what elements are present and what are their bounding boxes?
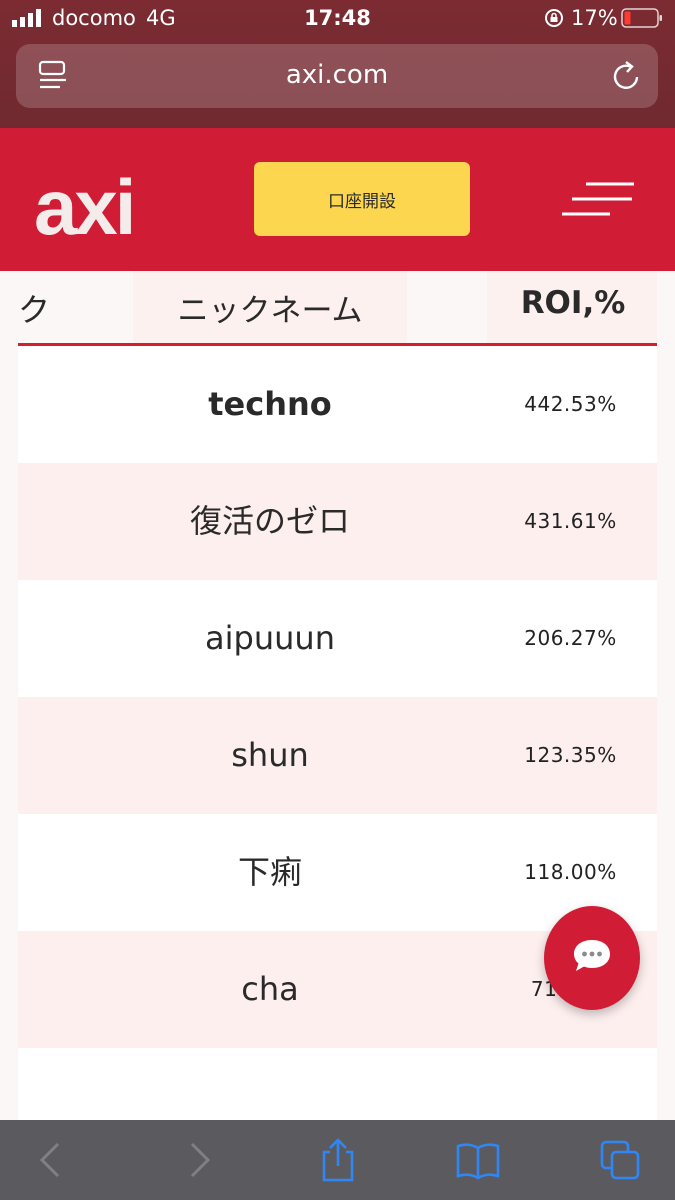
rotation-lock-icon bbox=[545, 9, 563, 27]
bookmarks-icon[interactable] bbox=[456, 1138, 500, 1182]
open-account-button[interactable]: 口座開設 bbox=[254, 162, 470, 236]
column-header-roi[interactable]: ROI,% bbox=[498, 285, 648, 321]
status-bar: docomo 4G 17:48 17% bbox=[0, 0, 675, 38]
share-icon[interactable] bbox=[316, 1138, 360, 1182]
svg-text:axi: axi bbox=[34, 163, 133, 244]
nickname-cell: aipuuun bbox=[205, 619, 335, 657]
nickname-cell: cha bbox=[241, 970, 299, 1008]
signal-strength-icon bbox=[12, 9, 41, 27]
roi-cell: 206.27% bbox=[524, 626, 617, 650]
roi-cell: 123.35% bbox=[524, 743, 617, 767]
table-row[interactable]: 復活のゼロ 431.61% bbox=[18, 463, 657, 580]
network-type: 4G bbox=[146, 6, 176, 30]
roi-cell: 431.61% bbox=[524, 509, 617, 533]
table-body: techno 442.53% 復活のゼロ 431.61% aipuuun 206… bbox=[18, 346, 657, 1121]
nickname-cell: 復活のゼロ bbox=[189, 502, 350, 540]
tabs-icon[interactable] bbox=[598, 1138, 642, 1182]
back-icon[interactable] bbox=[30, 1138, 74, 1182]
table-header: ク ニックネーム ROI,% bbox=[18, 271, 657, 346]
table-row[interactable]: aipuuun 206.27% bbox=[18, 580, 657, 697]
browser-toolbar bbox=[0, 1120, 675, 1200]
column-header-rank[interactable]: ク bbox=[18, 285, 50, 331]
table-row[interactable]: shun 123.35% bbox=[18, 697, 657, 814]
hamburger-menu-icon[interactable] bbox=[560, 180, 636, 220]
table-row[interactable]: techno 442.53% bbox=[18, 346, 657, 463]
forward-icon[interactable] bbox=[176, 1138, 220, 1182]
nickname-cell: shun bbox=[231, 736, 309, 774]
battery-percent: 17% bbox=[571, 6, 618, 30]
address-bar[interactable]: axi.com bbox=[16, 44, 658, 108]
roi-cell: 442.53% bbox=[524, 392, 617, 416]
reload-icon[interactable] bbox=[610, 59, 642, 93]
chat-button[interactable] bbox=[544, 906, 640, 1010]
nickname-cell: techno bbox=[208, 385, 332, 423]
nickname-cell: 下痢 bbox=[237, 853, 302, 891]
carrier-name: docomo bbox=[52, 6, 136, 30]
axi-logo[interactable]: axi bbox=[34, 154, 194, 244]
table-row[interactable]: 下痢 118.00% bbox=[18, 814, 657, 931]
site-header: axi 口座開設 bbox=[0, 128, 675, 271]
url-text[interactable]: axi.com bbox=[16, 60, 658, 90]
browser-chrome: docomo 4G 17:48 17% axi.com bbox=[0, 0, 675, 128]
column-header-nickname[interactable]: ニックネーム bbox=[133, 285, 407, 330]
table-row[interactable] bbox=[18, 1048, 657, 1121]
battery-icon bbox=[621, 8, 662, 28]
chat-bubble-icon bbox=[574, 940, 610, 971]
